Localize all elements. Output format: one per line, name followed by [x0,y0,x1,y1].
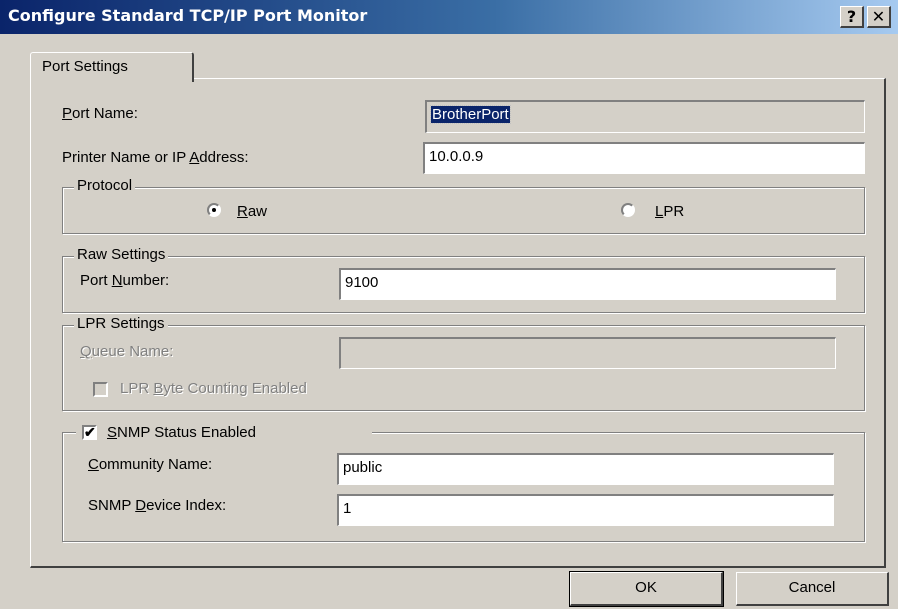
dialog-window: Configure Standard TCP/IP Port Monitor ?… [0,0,898,609]
community-name-input[interactable]: public [337,453,834,485]
snmp-enabled-label[interactable]: SNMP Status Enabled [107,424,256,441]
lpr-radio-label[interactable]: LPR [655,203,684,220]
device-index-label: SNMP Device Index: [88,497,227,514]
raw-radio[interactable] [207,203,221,217]
queue-name-input[interactable] [339,337,836,369]
tab-port-settings[interactable]: Port Settings [30,52,194,82]
close-button[interactable]: ✕ [867,6,891,28]
title-bar[interactable]: Configure Standard TCP/IP Port Monitor ?… [0,0,898,34]
tab-label: Port Settings [42,58,128,75]
community-name-value: public [343,459,383,476]
device-index-input[interactable]: 1 [337,494,834,526]
raw-settings-group-label: Raw Settings [74,246,169,263]
lpr-byte-counting-checkbox[interactable] [93,382,108,397]
printer-address-label: Printer Name or IP Address: [62,149,249,166]
help-icon: ? [846,7,857,26]
snmp-enabled-checkbox[interactable]: ✔ [82,425,97,440]
printer-address-input[interactable]: 10.0.0.9 [423,142,865,174]
printer-address-value: 10.0.0.9 [429,148,484,165]
device-index-value: 1 [343,500,352,517]
queue-name-label: Queue Name: [80,343,174,360]
help-button[interactable]: ? [840,6,864,28]
close-icon: ✕ [871,7,886,26]
check-icon: ✔ [84,424,96,440]
window-title: Configure Standard TCP/IP Port Monitor [8,6,368,25]
cancel-button[interactable]: Cancel [736,572,889,606]
community-name-label: Community Name: [88,456,213,473]
protocol-group [62,187,865,234]
raw-radio-label[interactable]: Raw [237,203,267,220]
protocol-group-label: Protocol [74,177,136,194]
port-name-field[interactable]: BrotherPort [425,100,865,133]
lpr-radio[interactable] [621,203,635,217]
ok-button[interactable]: OK [569,571,724,607]
port-number-label: Port Number: [80,272,170,289]
port-name-label: Port Name: [62,105,138,122]
lpr-settings-group-label: LPR Settings [74,315,168,332]
port-name-value: BrotherPort [430,105,511,124]
lpr-byte-counting-label[interactable]: LPR Byte Counting Enabled [120,380,307,397]
port-number-value: 9100 [345,274,379,291]
port-number-input[interactable]: 9100 [339,268,836,300]
